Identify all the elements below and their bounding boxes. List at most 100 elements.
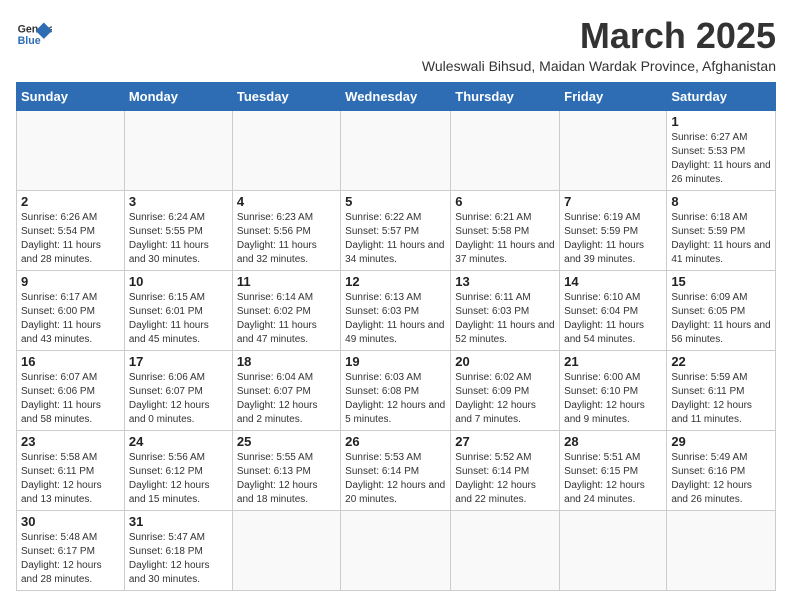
day-number: 22 — [671, 354, 771, 369]
svg-text:Blue: Blue — [18, 35, 41, 47]
calendar-day — [451, 510, 560, 590]
calendar-day: 19Sunrise: 6:03 AM Sunset: 6:08 PM Dayli… — [341, 350, 451, 430]
day-number: 19 — [345, 354, 446, 369]
calendar-day: 16 Sunrise: 6:07 AM Sunset: 6:06 PM Dayli… — [17, 350, 125, 430]
calendar-day — [667, 510, 776, 590]
calendar-day: 27 Sunrise: 5:52 AM Sunset: 6:14 PM Dayli… — [451, 430, 560, 510]
calendar-day: 13 Sunrise: 6:11 AM Sunset: 6:03 PM Dayli… — [451, 270, 560, 350]
calendar-day: 23 Sunrise: 5:58 AM Sunset: 6:11 PM Dayli… — [17, 430, 125, 510]
calendar-day — [232, 110, 340, 190]
day-number: 5 — [345, 194, 446, 209]
day-number: 16 — [21, 354, 120, 369]
day-info: Sunrise: 6:26 AM Sunset: 5:54 PM Dayligh… — [21, 211, 120, 267]
calendar-day: 22 Sunrise: 5:59 AM Sunset: 6:11 PM Dayli… — [667, 350, 776, 430]
calendar-week-4: 16 Sunrise: 6:07 AM Sunset: 6:06 PM Dayli… — [17, 350, 776, 430]
day-info: Sunrise: 5:59 AM Sunset: 6:11 PM Dayligh… — [671, 371, 771, 427]
title-block: March 2025 Wuleswali Bihsud, Maidan Ward… — [422, 16, 776, 74]
day-info: Sunrise: 6:07 AM Sunset: 6:06 PM Dayligh… — [21, 371, 120, 427]
weekday-header-friday: Friday — [560, 82, 667, 110]
day-number: 18 — [237, 354, 336, 369]
calendar-week-1: 1Sunrise: 6:27 AM Sunset: 5:53 PM Daylig… — [17, 110, 776, 190]
calendar-week-6: 30 Sunrise: 5:48 AM Sunset: 6:17 PM Dayli… — [17, 510, 776, 590]
weekday-header-sunday: Sunday — [17, 82, 125, 110]
day-number: 25 — [237, 434, 336, 449]
calendar-day: 3Sunrise: 6:24 AM Sunset: 5:55 PM Daylig… — [124, 190, 232, 270]
calendar-day: 26Sunrise: 5:53 AM Sunset: 6:14 PM Dayli… — [341, 430, 451, 510]
day-info: Sunrise: 6:24 AM Sunset: 5:55 PM Dayligh… — [129, 211, 228, 267]
day-info: Sunrise: 6:15 AM Sunset: 6:01 PM Dayligh… — [129, 291, 228, 347]
day-info: Sunrise: 5:56 AM Sunset: 6:12 PM Dayligh… — [129, 451, 228, 507]
day-info: Sunrise: 6:00 AM Sunset: 6:10 PM Dayligh… — [564, 371, 662, 427]
calendar-day: 12Sunrise: 6:13 AM Sunset: 6:03 PM Dayli… — [341, 270, 451, 350]
day-number: 7 — [564, 194, 662, 209]
day-number: 27 — [455, 434, 555, 449]
day-info: Sunrise: 6:13 AM Sunset: 6:03 PM Dayligh… — [345, 291, 446, 347]
calendar-table: SundayMondayTuesdayWednesdayThursdayFrid… — [16, 82, 776, 591]
day-number: 21 — [564, 354, 662, 369]
day-info: Sunrise: 6:10 AM Sunset: 6:04 PM Dayligh… — [564, 291, 662, 347]
day-info: Sunrise: 5:55 AM Sunset: 6:13 PM Dayligh… — [237, 451, 336, 507]
calendar-day: 10 Sunrise: 6:15 AM Sunset: 6:01 PM Dayli… — [124, 270, 232, 350]
day-number: 1 — [671, 114, 771, 129]
calendar-week-5: 23 Sunrise: 5:58 AM Sunset: 6:11 PM Dayli… — [17, 430, 776, 510]
weekday-header-row: SundayMondayTuesdayWednesdayThursdayFrid… — [17, 82, 776, 110]
calendar-day: 14 Sunrise: 6:10 AM Sunset: 6:04 PM Dayli… — [560, 270, 667, 350]
day-info: Sunrise: 6:06 AM Sunset: 6:07 PM Dayligh… — [129, 371, 228, 427]
day-number: 30 — [21, 514, 120, 529]
day-info: Sunrise: 5:58 AM Sunset: 6:11 PM Dayligh… — [21, 451, 120, 507]
day-number: 10 — [129, 274, 228, 289]
day-info: Sunrise: 6:11 AM Sunset: 6:03 PM Dayligh… — [455, 291, 555, 347]
calendar-day — [560, 110, 667, 190]
day-info: Sunrise: 5:52 AM Sunset: 6:14 PM Dayligh… — [455, 451, 555, 507]
month-title: March 2025 — [422, 16, 776, 56]
calendar-week-3: 9Sunrise: 6:17 AM Sunset: 6:00 PM Daylig… — [17, 270, 776, 350]
calendar-week-2: 2 Sunrise: 6:26 AM Sunset: 5:54 PM Daylig… — [17, 190, 776, 270]
day-info: Sunrise: 6:21 AM Sunset: 5:58 PM Dayligh… — [455, 211, 555, 267]
calendar-day — [232, 510, 340, 590]
day-info: Sunrise: 6:09 AM Sunset: 6:05 PM Dayligh… — [671, 291, 771, 347]
calendar-day: 18 Sunrise: 6:04 AM Sunset: 6:07 PM Dayli… — [232, 350, 340, 430]
day-number: 23 — [21, 434, 120, 449]
day-number: 20 — [455, 354, 555, 369]
day-number: 2 — [21, 194, 120, 209]
calendar-day: 31 Sunrise: 5:47 AM Sunset: 6:18 PM Dayli… — [124, 510, 232, 590]
day-info: Sunrise: 6:19 AM Sunset: 5:59 PM Dayligh… — [564, 211, 662, 267]
day-number: 4 — [237, 194, 336, 209]
calendar-day — [124, 110, 232, 190]
day-info: Sunrise: 6:22 AM Sunset: 5:57 PM Dayligh… — [345, 211, 446, 267]
location-subtitle: Wuleswali Bihsud, Maidan Wardak Province… — [422, 58, 776, 74]
day-number: 14 — [564, 274, 662, 289]
day-number: 13 — [455, 274, 555, 289]
day-info: Sunrise: 5:47 AM Sunset: 6:18 PM Dayligh… — [129, 531, 228, 587]
day-info: Sunrise: 5:48 AM Sunset: 6:17 PM Dayligh… — [21, 531, 120, 587]
calendar-day — [341, 510, 451, 590]
calendar-day — [560, 510, 667, 590]
calendar-day: 8 Sunrise: 6:18 AM Sunset: 5:59 PM Daylig… — [667, 190, 776, 270]
calendar-day: 15Sunrise: 6:09 AM Sunset: 6:05 PM Dayli… — [667, 270, 776, 350]
weekday-header-monday: Monday — [124, 82, 232, 110]
calendar-day: 21 Sunrise: 6:00 AM Sunset: 6:10 PM Dayli… — [560, 350, 667, 430]
day-info: Sunrise: 6:02 AM Sunset: 6:09 PM Dayligh… — [455, 371, 555, 427]
calendar-day: 24Sunrise: 5:56 AM Sunset: 6:12 PM Dayli… — [124, 430, 232, 510]
calendar-day: 11Sunrise: 6:14 AM Sunset: 6:02 PM Dayli… — [232, 270, 340, 350]
calendar-day: 1Sunrise: 6:27 AM Sunset: 5:53 PM Daylig… — [667, 110, 776, 190]
weekday-header-tuesday: Tuesday — [232, 82, 340, 110]
day-number: 28 — [564, 434, 662, 449]
day-number: 8 — [671, 194, 771, 209]
day-info: Sunrise: 6:18 AM Sunset: 5:59 PM Dayligh… — [671, 211, 771, 267]
weekday-header-saturday: Saturday — [667, 82, 776, 110]
day-info: Sunrise: 6:04 AM Sunset: 6:07 PM Dayligh… — [237, 371, 336, 427]
day-number: 31 — [129, 514, 228, 529]
day-number: 11 — [237, 274, 336, 289]
calendar-day: 25 Sunrise: 5:55 AM Sunset: 6:13 PM Dayli… — [232, 430, 340, 510]
logo: General Blue — [16, 16, 52, 52]
calendar-day: 17 Sunrise: 6:06 AM Sunset: 6:07 PM Dayli… — [124, 350, 232, 430]
day-number: 29 — [671, 434, 771, 449]
weekday-header-wednesday: Wednesday — [341, 82, 451, 110]
day-number: 17 — [129, 354, 228, 369]
day-info: Sunrise: 5:53 AM Sunset: 6:14 PM Dayligh… — [345, 451, 446, 507]
calendar-day — [17, 110, 125, 190]
calendar-day: 6Sunrise: 6:21 AM Sunset: 5:58 PM Daylig… — [451, 190, 560, 270]
calendar-day: 20 Sunrise: 6:02 AM Sunset: 6:09 PM Dayli… — [451, 350, 560, 430]
calendar-day: 5 Sunrise: 6:22 AM Sunset: 5:57 PM Daylig… — [341, 190, 451, 270]
